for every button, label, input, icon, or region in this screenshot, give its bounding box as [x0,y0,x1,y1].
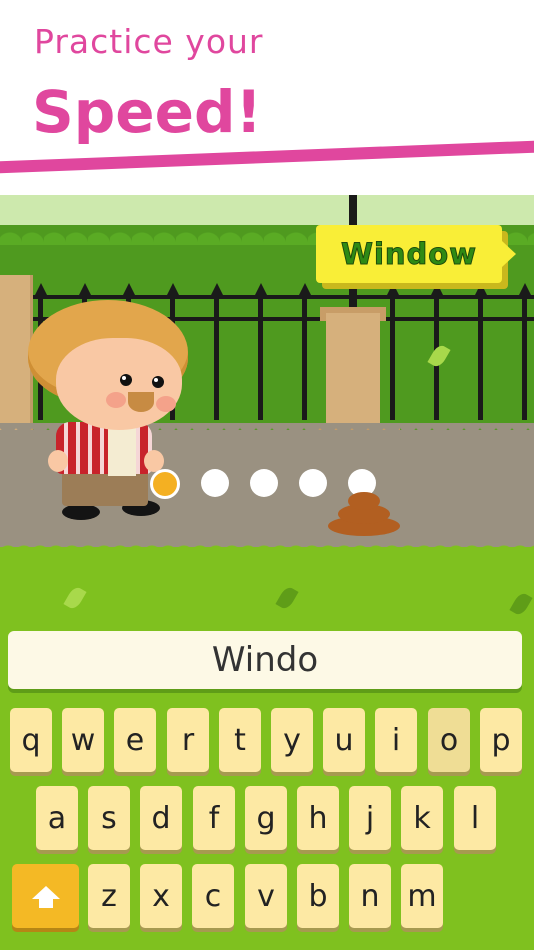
character-eye [120,374,132,386]
key-b[interactable]: b [297,864,339,928]
fence-spike [385,283,400,297]
character-undershirt [108,426,136,476]
character-eye [152,376,164,388]
key-h[interactable]: h [297,786,339,850]
obstacle-icon [328,490,400,536]
fence-spike [429,283,444,297]
fence-bar [522,290,527,420]
key-o[interactable]: o [428,708,470,772]
header-subtitle: Practice your [34,22,264,61]
typed-word-field[interactable]: Windo [8,631,522,689]
character-shoe [62,504,100,520]
typed-word-text: Windo [211,640,319,680]
target-word: Window [340,237,478,272]
key-f[interactable]: f [193,786,235,850]
character-cheek [106,392,126,408]
character-shirt [56,422,152,474]
progress-dot-active [150,469,180,499]
fence-spike [517,283,532,297]
key-t[interactable]: t [219,708,261,772]
fence-spike [77,283,92,297]
key-x[interactable]: x [140,864,182,928]
header-title: Speed! [32,78,262,146]
key-p[interactable]: p [480,708,522,772]
fence-bar [214,290,219,420]
progress-dot [250,469,278,497]
key-l[interactable]: l [454,786,496,850]
character-hand [48,450,68,472]
key-y[interactable]: y [271,708,313,772]
fence-spike [209,283,224,297]
fence-bar [302,290,307,420]
fence-bar [390,290,395,420]
key-z[interactable]: z [88,864,130,928]
fence-spike [33,283,48,297]
fence-bar [478,290,483,420]
key-a[interactable]: a [36,786,78,850]
character-beard [128,392,154,412]
fence-spike [165,283,180,297]
key-u[interactable]: u [323,708,365,772]
key-r[interactable]: r [167,708,209,772]
fence-spike [297,283,312,297]
key-c[interactable]: c [192,864,234,928]
key-m[interactable]: m [401,864,443,928]
shift-arrow-icon [31,885,60,908]
fence-spike [253,283,268,297]
key-q[interactable]: q [10,708,52,772]
key-g[interactable]: g [245,786,287,850]
stone-pillar-right [326,313,380,433]
key-d[interactable]: d [140,786,182,850]
key-w[interactable]: w [62,708,104,772]
character-face [56,338,182,430]
key-i[interactable]: i [375,708,417,772]
fence-spike [121,283,136,297]
fence-bar [258,290,263,420]
key-n[interactable]: n [349,864,391,928]
shift-key[interactable] [12,864,79,928]
character-cheek [156,396,176,412]
key-e[interactable]: e [114,708,156,772]
key-v[interactable]: v [245,864,287,928]
target-word-sign: Window [316,225,516,283]
fence-spike [473,283,488,297]
key-k[interactable]: k [401,786,443,850]
progress-dot [201,469,229,497]
key-j[interactable]: j [349,786,391,850]
progress-dot [299,469,327,497]
key-s[interactable]: s [88,786,130,850]
